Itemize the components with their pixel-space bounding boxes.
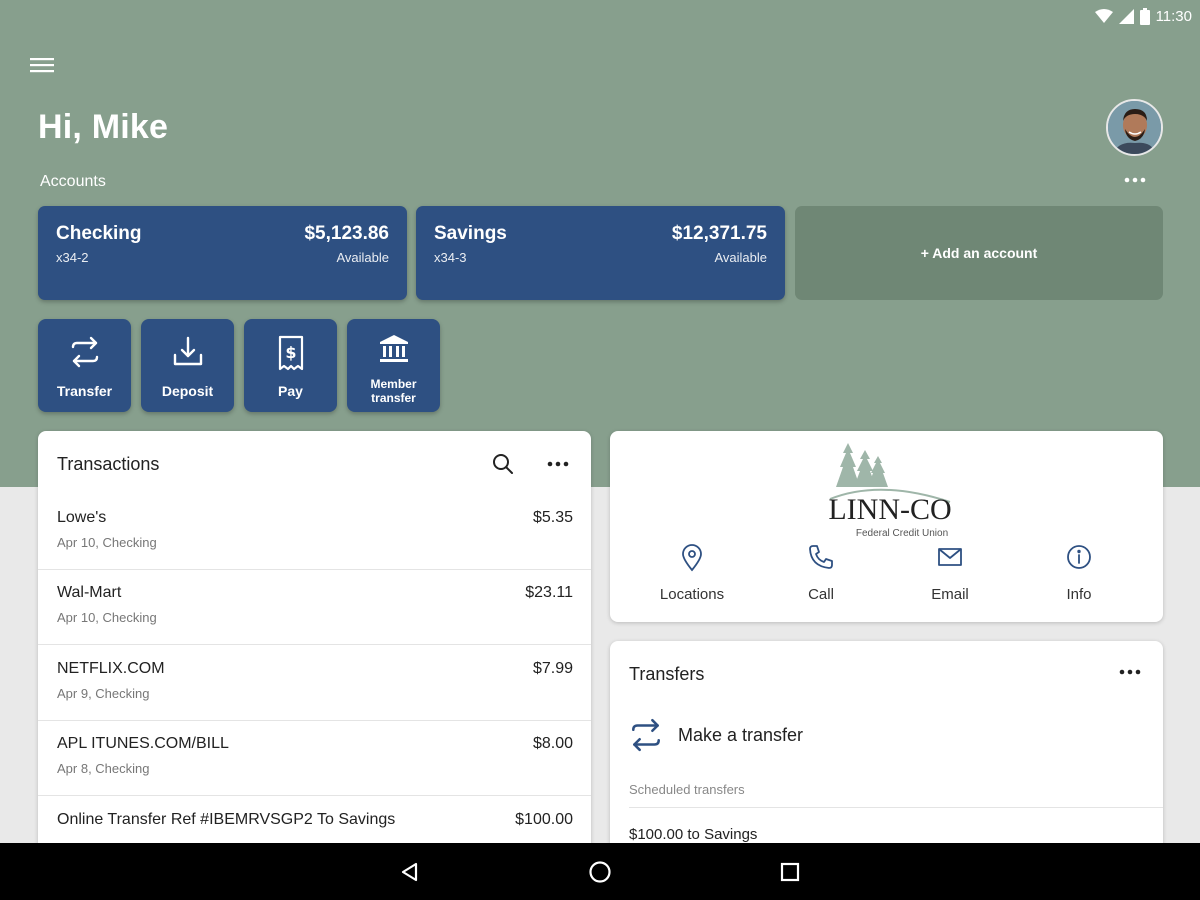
credit-union-card: LINN-CO Federal Credit Union Locations C… xyxy=(610,431,1163,622)
pay-icon: $ xyxy=(278,335,303,371)
account-name: Checking xyxy=(56,223,142,244)
call-label: Call xyxy=(808,586,834,603)
logo-wordmark: LINN-CO xyxy=(828,493,951,526)
transaction-detail: Apr 8, Checking xyxy=(57,761,150,776)
pay-label: Pay xyxy=(278,383,303,399)
deposit-icon xyxy=(173,336,202,366)
account-number: x34-3 xyxy=(434,250,467,265)
member-transfer-action-button[interactable]: Member transfer xyxy=(347,319,440,412)
account-card-savings[interactable]: Savings x34-3 $12,371.75 Available xyxy=(416,206,785,300)
transaction-merchant: Online Transfer Ref #IBEMRVSGP2 To Savin… xyxy=(57,811,396,828)
transaction-amount: $8.00 xyxy=(532,735,573,752)
location-pin-icon xyxy=(682,544,702,572)
status-bar: 11:30 xyxy=(1094,0,1192,32)
recents-square-icon xyxy=(780,862,800,882)
wifi-icon xyxy=(1094,9,1113,23)
transaction-amount: $100.00 xyxy=(515,811,573,828)
transaction-detail: Apr 9, Checking xyxy=(57,686,150,701)
locations-button[interactable]: Locations xyxy=(637,541,747,611)
phone-icon xyxy=(809,545,833,569)
back-triangle-icon xyxy=(401,862,418,882)
deposit-action-button[interactable]: Deposit xyxy=(141,319,234,412)
transfers-title: Transfers xyxy=(629,664,705,684)
back-button[interactable] xyxy=(395,857,425,887)
deposit-label: Deposit xyxy=(161,383,214,399)
transfer-icon xyxy=(71,336,98,368)
transfer-icon xyxy=(632,718,660,752)
account-balance: $5,123.86 xyxy=(304,223,389,244)
hamburger-menu-icon xyxy=(30,58,54,73)
transaction-merchant: Lowe's xyxy=(57,509,107,526)
bank-icon xyxy=(379,335,408,362)
transaction-amount: $5.35 xyxy=(532,509,573,526)
transaction-row[interactable]: Wal-Mart Apr 10, Checking $23.11 xyxy=(38,570,591,645)
more-horizontal-icon xyxy=(1124,177,1146,183)
transactions-search-button[interactable] xyxy=(488,449,518,479)
scheduled-transfers-label: Scheduled transfers xyxy=(629,782,745,797)
transfer-action-button[interactable]: Transfer xyxy=(38,319,131,412)
home-button[interactable] xyxy=(585,857,615,887)
member-transfer-label: Member transfer xyxy=(370,377,417,405)
transaction-row[interactable]: NETFLIX.COM Apr 9, Checking $7.99 xyxy=(38,646,591,721)
account-balance: $12,371.75 xyxy=(671,223,767,244)
accounts-label: Accounts xyxy=(40,173,106,190)
transfers-card: Transfers Make a transfer Scheduled tran… xyxy=(610,641,1163,861)
divider xyxy=(629,807,1163,808)
locations-label: Locations xyxy=(659,586,725,603)
home-circle-icon xyxy=(589,861,611,883)
scheduled-transfer-item[interactable]: $100.00 to Savings xyxy=(629,826,757,843)
credit-union-logo: LINN-CO Federal Credit Union xyxy=(810,439,970,539)
transaction-merchant: APL ITUNES.COM/BILL xyxy=(57,735,229,752)
more-horizontal-icon xyxy=(547,461,569,467)
transaction-merchant: Wal-Mart xyxy=(57,584,122,601)
transaction-amount: $7.99 xyxy=(532,660,573,677)
search-icon xyxy=(493,454,513,474)
battery-icon xyxy=(1139,7,1150,25)
transactions-title: Transactions xyxy=(57,454,160,474)
transactions-more-button[interactable] xyxy=(543,449,573,479)
transaction-detail: Apr 10, Checking xyxy=(57,535,157,550)
account-number: x34-2 xyxy=(56,250,89,265)
navigation-bar xyxy=(0,843,1200,900)
cell-signal-icon xyxy=(1118,8,1134,24)
make-transfer-button[interactable]: Make a transfer xyxy=(628,713,948,757)
more-horizontal-icon xyxy=(1119,669,1141,675)
transfers-more-button[interactable] xyxy=(1115,657,1145,687)
transaction-row[interactable]: APL ITUNES.COM/BILL Apr 8, Checking $8.0… xyxy=(38,721,591,796)
email-label: Email xyxy=(931,586,969,603)
svg-text:$: $ xyxy=(285,343,296,362)
accounts-more-button[interactable] xyxy=(1118,168,1152,192)
transactions-card: Transactions Lowe's Apr 10, Checking $5.… xyxy=(38,431,591,861)
balance-label: Available xyxy=(714,250,767,265)
call-button[interactable]: Call xyxy=(766,541,876,611)
make-transfer-label: Make a transfer xyxy=(678,724,804,745)
add-account-button[interactable]: + Add an account xyxy=(795,206,1163,300)
logo-subtitle: Federal Credit Union xyxy=(856,528,948,539)
pay-action-button[interactable]: $ Pay xyxy=(244,319,337,412)
info-button[interactable]: Info xyxy=(1024,541,1134,611)
status-time: 11:30 xyxy=(1155,7,1192,25)
avatar[interactable] xyxy=(1106,99,1163,156)
mail-icon xyxy=(938,548,962,566)
recents-button[interactable] xyxy=(775,857,805,887)
account-name: Savings xyxy=(434,223,507,244)
transaction-row[interactable]: Lowe's Apr 10, Checking $5.35 xyxy=(38,495,591,570)
transaction-merchant: NETFLIX.COM xyxy=(57,660,165,677)
user-avatar-icon xyxy=(1108,101,1161,154)
info-label: Info xyxy=(1066,586,1092,603)
transfer-label: Transfer xyxy=(56,383,113,399)
transaction-amount: $23.11 xyxy=(525,584,573,601)
info-icon xyxy=(1067,545,1091,569)
greeting-title: Hi, Mike xyxy=(38,108,169,146)
menu-button[interactable] xyxy=(26,50,58,80)
transaction-detail: Apr 10, Checking xyxy=(57,610,157,625)
account-card-checking[interactable]: Checking x34-2 $5,123.86 Available xyxy=(38,206,407,300)
balance-label: Available xyxy=(336,250,389,265)
email-button[interactable]: Email xyxy=(895,541,1005,611)
